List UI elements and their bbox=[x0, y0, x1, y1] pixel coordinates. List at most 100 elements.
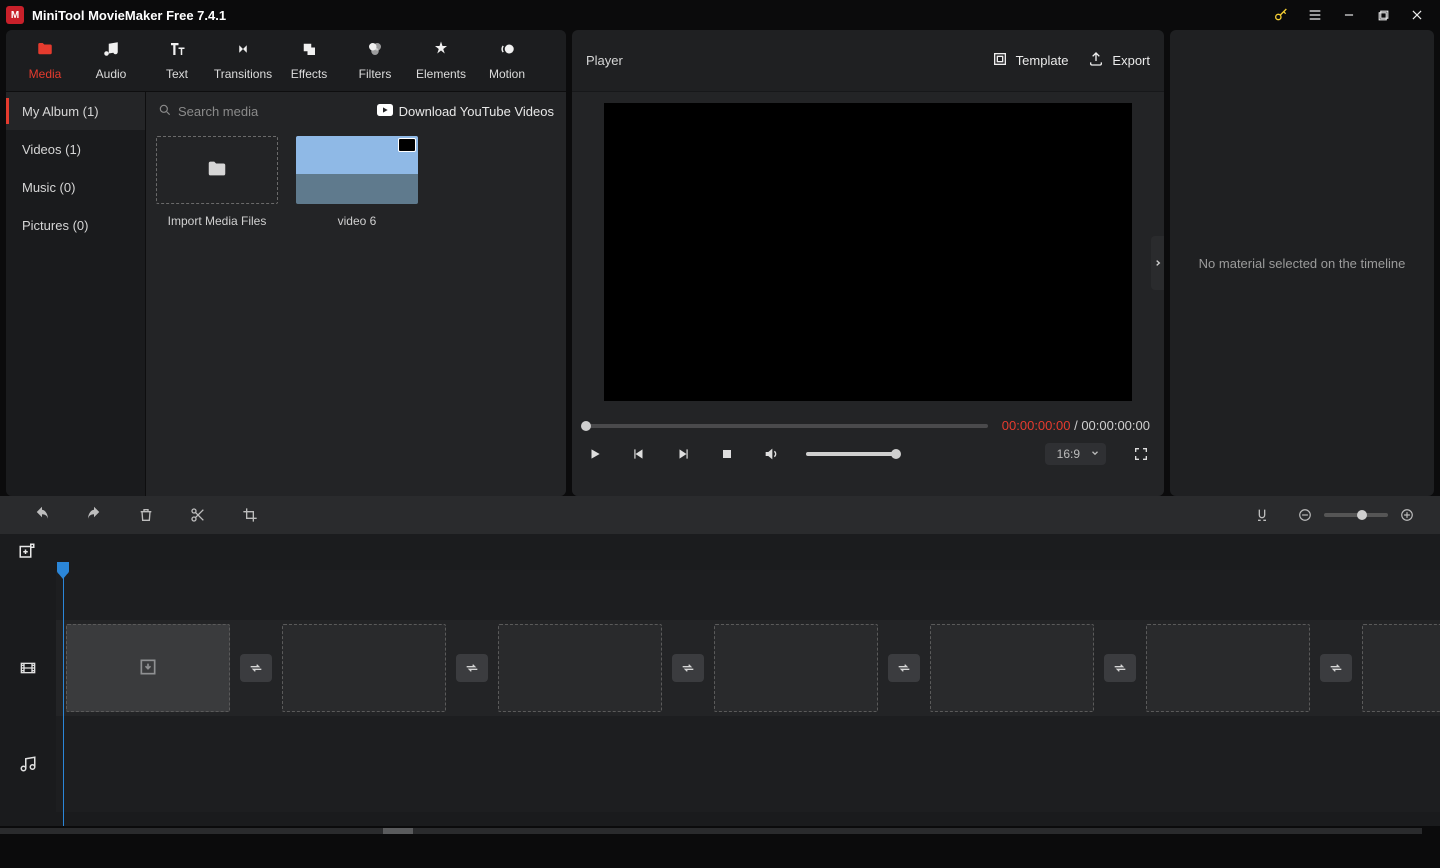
aspect-value: 16:9 bbox=[1057, 447, 1080, 461]
nav-label: Media bbox=[29, 67, 62, 81]
transition-slot[interactable] bbox=[1320, 654, 1352, 682]
transition-slot[interactable] bbox=[888, 654, 920, 682]
media-tile[interactable]: video 6 bbox=[296, 136, 418, 228]
total-time: 00:00:00:00 bbox=[1081, 418, 1150, 433]
nav-audio[interactable]: Audio bbox=[78, 30, 144, 92]
motion-icon bbox=[498, 40, 516, 63]
transition-slot[interactable] bbox=[240, 654, 272, 682]
nav-elements[interactable]: Elements bbox=[408, 30, 474, 92]
playhead-line bbox=[63, 570, 64, 826]
properties-panel: No material selected on the timeline bbox=[1170, 30, 1434, 496]
clip-slot[interactable] bbox=[1362, 624, 1440, 712]
folder-icon bbox=[35, 40, 55, 63]
nav-label: Effects bbox=[291, 67, 327, 81]
overlay-track[interactable] bbox=[56, 570, 1440, 620]
volume-slider[interactable] bbox=[806, 452, 896, 456]
nav-label: Motion bbox=[489, 67, 525, 81]
clip-slot[interactable] bbox=[282, 624, 446, 712]
zoom-slider[interactable] bbox=[1324, 513, 1388, 517]
clip-slot[interactable] bbox=[498, 624, 662, 712]
stop-button[interactable] bbox=[718, 448, 736, 460]
elements-icon bbox=[432, 40, 450, 63]
video-preview bbox=[604, 103, 1132, 401]
filters-icon bbox=[366, 40, 384, 63]
sidebar-item-music[interactable]: Music (0) bbox=[6, 168, 145, 206]
properties-empty-message: No material selected on the timeline bbox=[1199, 256, 1406, 271]
nav-filters[interactable]: Filters bbox=[342, 30, 408, 92]
yt-label: Download YouTube Videos bbox=[399, 104, 554, 119]
folder-icon bbox=[204, 158, 230, 183]
current-time: 00:00:00:00 bbox=[1002, 418, 1071, 433]
snap-button[interactable] bbox=[1242, 496, 1282, 534]
import-media-tile[interactable]: Import Media Files bbox=[156, 136, 278, 228]
transition-slot[interactable] bbox=[456, 654, 488, 682]
prev-frame-button[interactable] bbox=[630, 447, 648, 461]
key-icon[interactable] bbox=[1264, 0, 1298, 30]
nav-label: Filters bbox=[359, 67, 392, 81]
audio-track-icon bbox=[0, 716, 56, 812]
sidebar-item-my-album[interactable]: My Album (1) bbox=[6, 92, 145, 130]
clip-slot[interactable] bbox=[1146, 624, 1310, 712]
play-button[interactable] bbox=[586, 447, 604, 461]
player-label: Player bbox=[586, 53, 972, 68]
video-track[interactable] bbox=[56, 620, 1440, 716]
media-label: video 6 bbox=[338, 214, 377, 228]
audio-track[interactable] bbox=[56, 716, 1440, 812]
effects-icon bbox=[300, 40, 318, 63]
video-thumbnail bbox=[296, 136, 418, 204]
download-youtube-link[interactable]: Download YouTube Videos bbox=[377, 104, 554, 119]
template-label: Template bbox=[1016, 53, 1069, 68]
youtube-icon bbox=[377, 104, 393, 119]
text-icon bbox=[168, 40, 186, 63]
music-icon bbox=[102, 40, 120, 63]
nav-label: Transitions bbox=[214, 67, 272, 81]
crop-button[interactable] bbox=[230, 496, 270, 534]
transition-slot[interactable] bbox=[1104, 654, 1136, 682]
redo-button[interactable] bbox=[74, 496, 114, 534]
split-button[interactable] bbox=[178, 496, 218, 534]
video-track-icon bbox=[0, 620, 56, 716]
expand-properties-button[interactable] bbox=[1151, 236, 1164, 290]
maximize-icon[interactable] bbox=[1366, 0, 1400, 30]
close-icon[interactable] bbox=[1400, 0, 1434, 30]
next-frame-button[interactable] bbox=[674, 447, 692, 461]
search-input[interactable] bbox=[178, 104, 338, 119]
export-button[interactable]: Export bbox=[1088, 51, 1150, 70]
seek-slider[interactable] bbox=[586, 424, 988, 428]
sidebar-item-label: Videos (1) bbox=[22, 142, 81, 157]
aspect-select[interactable]: 16:9 bbox=[1045, 443, 1106, 465]
chevron-down-icon bbox=[1090, 447, 1100, 461]
nav-text[interactable]: Text bbox=[144, 30, 210, 92]
delete-button[interactable] bbox=[126, 496, 166, 534]
fullscreen-button[interactable] bbox=[1132, 446, 1150, 462]
undo-button[interactable] bbox=[22, 496, 62, 534]
sidebar-item-pictures[interactable]: Pictures (0) bbox=[6, 206, 145, 244]
nav-label: Audio bbox=[96, 67, 127, 81]
download-icon bbox=[138, 657, 158, 680]
playhead[interactable] bbox=[57, 562, 69, 574]
zoom-in-button[interactable] bbox=[1396, 496, 1418, 534]
clip-slot[interactable] bbox=[930, 624, 1094, 712]
volume-button[interactable] bbox=[762, 446, 780, 462]
sidebar-item-videos[interactable]: Videos (1) bbox=[6, 130, 145, 168]
add-track-button[interactable] bbox=[18, 542, 36, 563]
nav-label: Elements bbox=[416, 67, 466, 81]
sidebar-item-label: My Album (1) bbox=[22, 104, 99, 119]
horizontal-scrollbar[interactable] bbox=[0, 826, 1440, 836]
menu-icon[interactable] bbox=[1298, 0, 1332, 30]
clip-slot[interactable] bbox=[714, 624, 878, 712]
nav-label: Text bbox=[166, 67, 188, 81]
search-icon bbox=[158, 103, 172, 120]
app-logo: M bbox=[6, 6, 24, 24]
nav-effects[interactable]: Effects bbox=[276, 30, 342, 92]
zoom-out-button[interactable] bbox=[1294, 496, 1316, 534]
minimize-icon[interactable] bbox=[1332, 0, 1366, 30]
time-separator: / bbox=[1070, 418, 1081, 433]
template-button[interactable]: Template bbox=[992, 51, 1069, 70]
clip-slot[interactable] bbox=[66, 624, 230, 712]
nav-motion[interactable]: Motion bbox=[474, 30, 540, 92]
nav-transitions[interactable]: Transitions bbox=[210, 30, 276, 92]
time-readout: 00:00:00:00 / 00:00:00:00 bbox=[1002, 418, 1150, 433]
transition-slot[interactable] bbox=[672, 654, 704, 682]
nav-media[interactable]: Media bbox=[12, 30, 78, 92]
